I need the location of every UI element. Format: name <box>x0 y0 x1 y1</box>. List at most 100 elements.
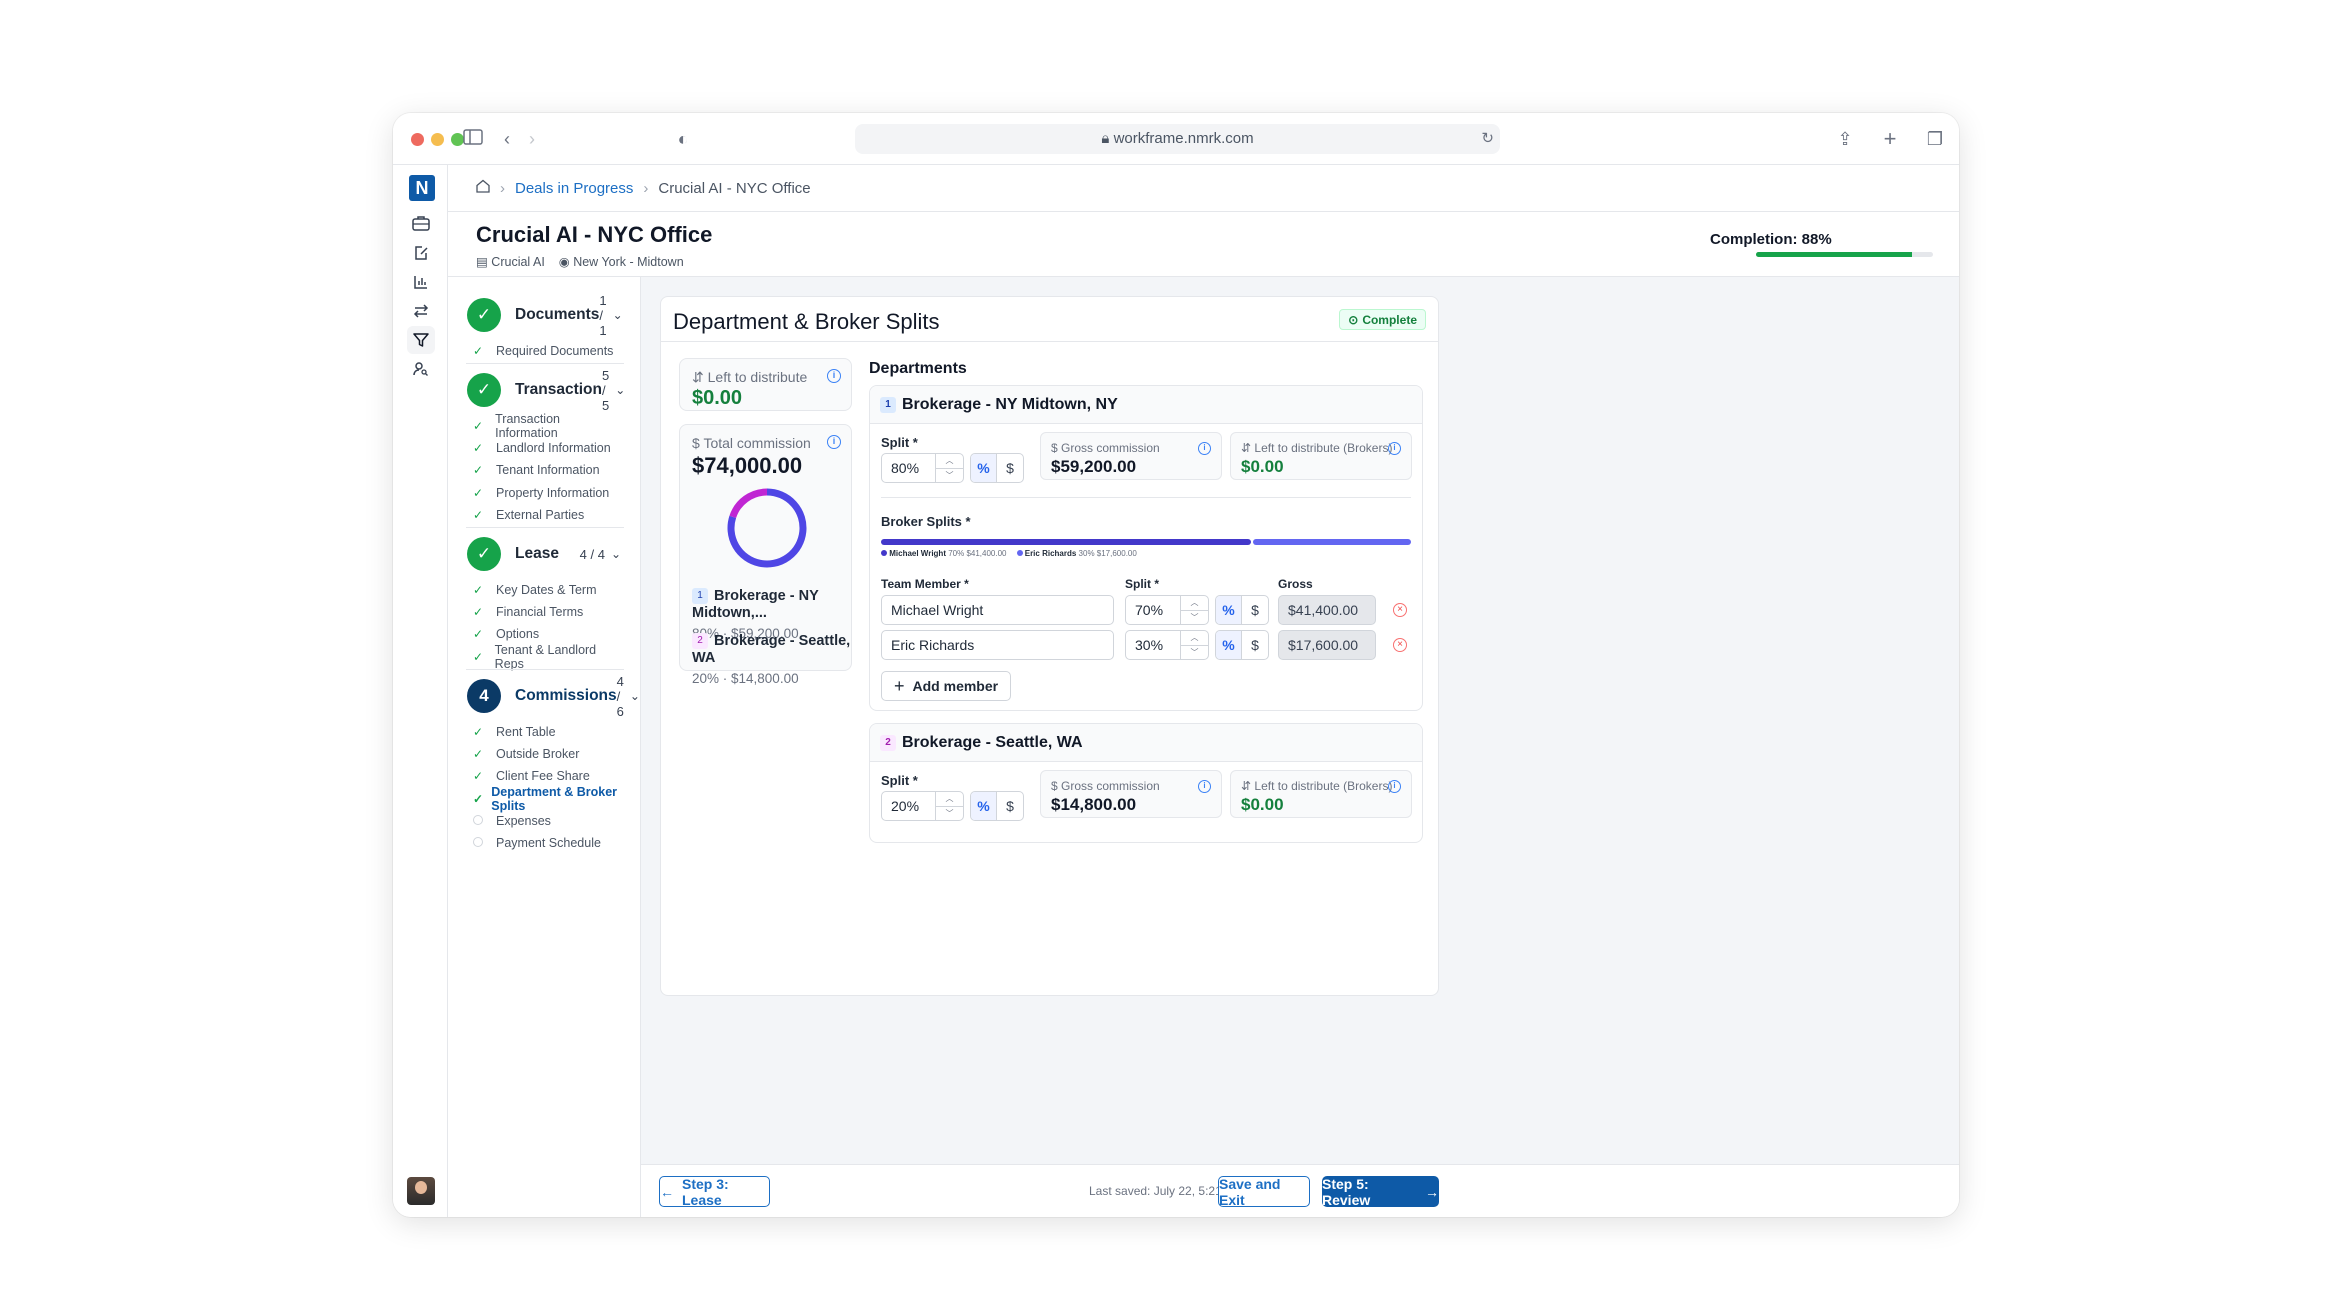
chevron-down-icon[interactable]: ﹀ <box>936 807 963 821</box>
left-brokers-value: $0.00 <box>1241 457 1284 476</box>
step-header[interactable]: ✓ Documents 1 / 1 ⌄ <box>467 293 623 338</box>
breadcrumb-link-deals[interactable]: Deals in Progress <box>515 180 633 197</box>
info-icon[interactable]: i <box>827 435 841 449</box>
add-member-button[interactable]: + Add member <box>881 671 1012 701</box>
dept-name: Brokerage - Seattle, WA <box>692 633 851 667</box>
step-item[interactable]: ✓ Landlord Information <box>467 437 621 459</box>
check-icon: ✓ <box>473 791 484 806</box>
address-bar[interactable]: 🔒︎ workframe.nmrk.com ↻ <box>855 124 1500 154</box>
info-icon[interactable]: i <box>1198 780 1211 793</box>
split-unit-toggle[interactable]: % $ <box>970 453 1024 483</box>
step-header[interactable]: 4 Commissions 4 / 6 ⌄ <box>467 674 640 719</box>
chevron-down-icon[interactable]: ⌄ <box>613 308 623 322</box>
split-unit-toggle[interactable]: % $ <box>970 791 1024 821</box>
department-header: 1 Brokerage - NY Midtown, NY <box>870 386 1422 424</box>
dollar-option[interactable]: $ <box>1242 596 1268 624</box>
tabs-overview-icon[interactable]: ❐ <box>1923 127 1947 151</box>
chevron-down-icon[interactable]: ⌄ <box>630 689 640 703</box>
chevron-down-icon[interactable]: ⌄ <box>615 383 625 397</box>
dollar-option[interactable]: $ <box>1242 631 1268 659</box>
previous-step-button[interactable]: ← Step 3: Lease <box>659 1176 770 1208</box>
app-logo[interactable]: N <box>409 175 435 201</box>
next-step-button[interactable]: Step 5: Review → <box>1322 1176 1439 1208</box>
edit-document-icon[interactable] <box>407 239 435 267</box>
new-tab-icon[interactable]: + <box>1878 127 1902 151</box>
split-unit-toggle[interactable]: % $ <box>1215 595 1269 625</box>
breadcrumb: › Deals in Progress › Crucial AI - NYC O… <box>448 165 1959 212</box>
member-split-input[interactable]: 70% ︿ ﹀ <box>1125 595 1209 625</box>
step-item[interactable]: ✓ Tenant Information <box>467 459 621 481</box>
funnel-icon[interactable] <box>407 326 435 354</box>
percent-option[interactable]: % <box>1216 596 1242 624</box>
remove-member-icon[interactable]: × <box>1393 638 1407 652</box>
team-member-input[interactable]: Eric Richards <box>881 630 1114 660</box>
minimize-window-button[interactable] <box>431 133 444 146</box>
user-search-icon[interactable] <box>407 355 435 383</box>
chevron-down-icon[interactable]: ﹀ <box>936 469 963 483</box>
step-item[interactable]: ✓ Required Documents <box>467 340 621 362</box>
info-icon[interactable]: i <box>1198 442 1211 455</box>
left-to-distribute-brokers-stat: ⇵ Left to distribute (Brokers) i $0.00 <box>1230 432 1412 480</box>
info-icon[interactable]: i <box>827 369 841 383</box>
step-item[interactable]: ✓ Transaction Information <box>467 412 621 440</box>
split-stepper[interactable]: ︿ ﹀ <box>935 454 963 482</box>
divider <box>466 669 624 670</box>
chevron-up-icon[interactable]: ︿ <box>1181 596 1208 611</box>
step-item[interactable]: ✓ Property Information <box>467 482 621 504</box>
team-member-input[interactable]: Michael Wright <box>881 595 1114 625</box>
split-stepper[interactable]: ︿ ﹀ <box>1180 631 1208 659</box>
step-item[interactable]: ✓ Financial Terms <box>467 601 621 623</box>
back-icon[interactable]: ‹ <box>495 127 519 151</box>
chevron-down-icon[interactable]: ﹀ <box>1181 646 1208 660</box>
step-item[interactable]: Expenses <box>467 810 621 832</box>
percent-option[interactable]: % <box>1216 631 1242 659</box>
member-split-input[interactable]: 30% ︿ ﹀ <box>1125 630 1209 660</box>
step-item[interactable]: ✓ Tenant & Landlord Reps <box>467 643 621 671</box>
chevron-up-icon[interactable]: ︿ <box>936 454 963 469</box>
bar-chart-icon[interactable] <box>407 268 435 296</box>
dollar-option[interactable]: $ <box>997 792 1023 820</box>
step-item-active[interactable]: ✓ Department & Broker Splits <box>467 785 621 813</box>
department-split-input[interactable]: 20% ︿ ﹀ <box>881 791 964 821</box>
close-window-button[interactable] <box>411 133 424 146</box>
step-item[interactable]: ✓ Key Dates & Term <box>467 579 621 601</box>
step-header[interactable]: ✓ Lease 4 / 4 ⌄ <box>467 536 621 572</box>
split-unit-toggle[interactable]: % $ <box>1215 630 1269 660</box>
user-avatar[interactable] <box>407 1177 435 1205</box>
step-section-documents: ✓ Documents 1 / 1 ⌄ ✓ Required Documents <box>467 293 623 362</box>
step-item[interactable]: ✓ Outside Broker <box>467 743 621 765</box>
info-icon[interactable]: i <box>1388 780 1401 793</box>
sidebar-toggle-icon[interactable] <box>461 127 485 151</box>
info-icon[interactable]: i <box>1388 442 1401 455</box>
broker-split-segment <box>1252 539 1411 545</box>
chevron-up-icon[interactable]: ︿ <box>936 792 963 807</box>
chevron-up-icon[interactable]: ︿ <box>1181 631 1208 646</box>
forward-icon[interactable]: › <box>520 127 544 151</box>
completion-progress-bar <box>1756 252 1933 257</box>
dollar-option[interactable]: $ <box>997 454 1023 482</box>
chevron-down-icon[interactable]: ⌄ <box>611 547 621 561</box>
briefcase-icon[interactable] <box>407 209 435 237</box>
percent-option[interactable]: % <box>971 792 997 820</box>
save-and-exit-button[interactable]: Save and Exit <box>1218 1176 1310 1208</box>
remove-member-icon[interactable]: × <box>1393 603 1407 617</box>
reload-icon[interactable]: ↻ <box>1481 124 1494 154</box>
step-header[interactable]: ✓ Transaction 5 / 5 ⌄ <box>467 368 625 413</box>
divider <box>466 363 624 364</box>
gross-commission-label: $ Gross commission <box>1051 441 1160 455</box>
split-stepper[interactable]: ︿ ﹀ <box>1180 596 1208 624</box>
total-commission-value: $74,000.00 <box>692 453 803 478</box>
privacy-shield-icon[interactable]: ◐ <box>671 127 695 151</box>
step-item[interactable]: ✓ Rent Table <box>467 721 621 743</box>
step-item[interactable]: Payment Schedule <box>467 832 621 854</box>
browser-window: ‹ › ◐ 🔒︎ workframe.nmrk.com ↻ ⇪ + ❐ N › … <box>393 113 1959 1217</box>
pending-circle-icon <box>467 814 496 828</box>
share-icon[interactable]: ⇪ <box>1833 127 1857 151</box>
department-split-input[interactable]: 80% ︿ ﹀ <box>881 453 964 483</box>
step-item[interactable]: ✓ External Parties <box>467 504 621 526</box>
percent-option[interactable]: % <box>971 454 997 482</box>
chevron-down-icon[interactable]: ﹀ <box>1181 611 1208 625</box>
transfer-arrows-icon[interactable] <box>407 297 435 325</box>
split-stepper[interactable]: ︿ ﹀ <box>935 792 963 820</box>
home-icon[interactable] <box>476 179 490 197</box>
